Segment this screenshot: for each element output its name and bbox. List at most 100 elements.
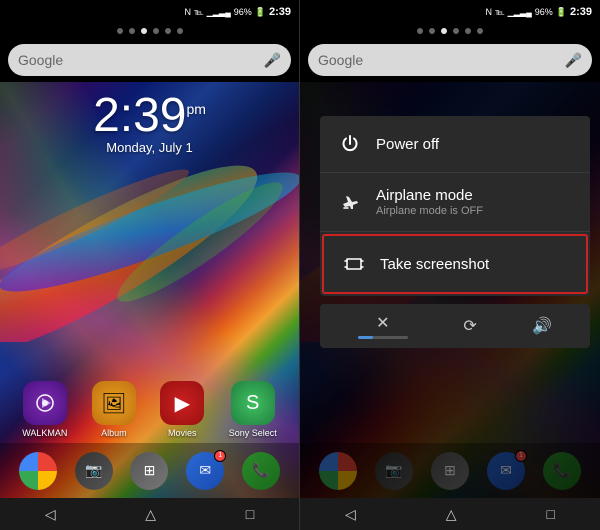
bluetooth-progress-bar bbox=[358, 336, 408, 339]
right-search-text: Google bbox=[318, 52, 565, 68]
power-off-title: Power off bbox=[376, 136, 574, 153]
right-mic-icon: 🎤 bbox=[565, 52, 582, 69]
screenshot-svg bbox=[344, 254, 364, 274]
sony-label: Sony Select bbox=[229, 428, 277, 438]
dock-phone[interactable]: 📞 bbox=[242, 452, 280, 490]
screenshot-icon bbox=[340, 250, 368, 278]
right-dot-3 bbox=[441, 28, 447, 34]
left-bottom-nav: ◁ △ □ bbox=[0, 498, 299, 530]
right-bottom-nav: ◁ △ □ bbox=[300, 498, 600, 530]
right-dot-5 bbox=[465, 28, 471, 34]
app-movies[interactable]: ▶ Movies bbox=[160, 381, 204, 438]
nfc-icon: N bbox=[184, 7, 191, 17]
left-date: Monday, July 1 bbox=[0, 140, 299, 155]
dock-messages[interactable]: ✉ 1 bbox=[186, 452, 224, 490]
right-recent-btn[interactable]: □ bbox=[531, 502, 571, 526]
airplane-svg bbox=[340, 192, 360, 212]
dot-2 bbox=[129, 28, 135, 34]
bluetooth-quick-btn[interactable]: ✕ bbox=[358, 313, 408, 339]
left-dock: 📷 ⊞ ✉ 1 📞 bbox=[0, 443, 299, 498]
right-battery-icon: 96% bbox=[535, 7, 553, 17]
dock-grid[interactable]: ⊞ bbox=[130, 452, 168, 490]
left-search-text: Google bbox=[18, 52, 264, 68]
power-off-item[interactable]: Power off bbox=[320, 116, 590, 173]
phone-container: N ℡ ▁▂▃▄ 96% 🔋 2:39 Google 🎤 bbox=[0, 0, 600, 530]
wifi-icon: ℡ bbox=[194, 7, 204, 18]
left-status-bar: N ℡ ▁▂▃▄ 96% 🔋 2:39 bbox=[0, 0, 299, 24]
right-wallpaper: Power off Airplane mode bbox=[300, 82, 600, 498]
right-clock: 2:39 bbox=[570, 6, 592, 18]
album-emoji: 🖼 bbox=[101, 391, 126, 416]
app-walkman[interactable]: WALKMAN bbox=[22, 381, 67, 438]
walkman-icon bbox=[23, 381, 67, 425]
dot-1 bbox=[117, 28, 123, 34]
right-dot-6 bbox=[477, 28, 483, 34]
bluetooth-progress-fill bbox=[358, 336, 373, 339]
walkman-svg bbox=[33, 391, 57, 415]
airplane-icon bbox=[336, 188, 364, 216]
left-app-row: WALKMAN 🖼 Album ▶ Movies S bbox=[0, 381, 299, 438]
left-phone: N ℡ ▁▂▃▄ 96% 🔋 2:39 Google 🎤 bbox=[0, 0, 300, 530]
bluetooth-icon: ✕ bbox=[376, 313, 389, 333]
sony-icon: S bbox=[231, 381, 275, 425]
left-clock-area: 2:39pm Monday, July 1 bbox=[0, 92, 299, 155]
camera-emoji: 📷 bbox=[85, 462, 102, 479]
right-battery-indicator: 🔋 bbox=[556, 7, 567, 18]
left-clock-display: 2:39pm bbox=[0, 92, 299, 140]
right-page-dots bbox=[300, 24, 600, 38]
battery-indicator: 🔋 bbox=[255, 7, 266, 18]
screenshot-text: Take screenshot bbox=[380, 256, 570, 273]
app-album[interactable]: 🖼 Album bbox=[92, 381, 136, 438]
movies-emoji: ▶ bbox=[175, 391, 190, 416]
airplane-mode-subtitle: Airplane mode is OFF bbox=[376, 205, 574, 217]
right-dot-4 bbox=[453, 28, 459, 34]
left-ampm: pm bbox=[186, 101, 205, 117]
right-back-btn[interactable]: ◁ bbox=[329, 502, 372, 527]
airplane-mode-text: Airplane mode Airplane mode is OFF bbox=[376, 187, 574, 217]
left-back-btn[interactable]: ◁ bbox=[29, 502, 72, 527]
signal-icon: ▁▂▃▄ bbox=[207, 8, 231, 17]
battery-icon: 96% bbox=[234, 7, 252, 17]
quick-settings-bar: ✕ ⟳ 🔊 bbox=[320, 304, 590, 348]
left-wallpaper: 2:39pm Monday, July 1 WALKMAN bbox=[0, 82, 299, 498]
right-search-bar[interactable]: Google 🎤 bbox=[308, 44, 592, 76]
left-status-icons: N ℡ ▁▂▃▄ 96% 🔋 2:39 bbox=[184, 6, 291, 18]
album-label: Album bbox=[101, 428, 127, 438]
dot-6 bbox=[177, 28, 183, 34]
messages-badge: 1 bbox=[214, 450, 226, 462]
power-icon bbox=[336, 130, 364, 158]
app-sony[interactable]: S Sony Select bbox=[229, 381, 277, 438]
volume-quick-btn[interactable]: 🔊 bbox=[532, 316, 552, 336]
right-phone: N ℡ ▁▂▃▄ 96% 🔋 2:39 Google 🎤 bbox=[300, 0, 600, 530]
power-off-text: Power off bbox=[376, 136, 574, 153]
volume-icon: 🔊 bbox=[532, 316, 552, 336]
left-time: 2:39 bbox=[93, 89, 186, 142]
sony-emoji: S bbox=[246, 392, 259, 415]
screenshot-title: Take screenshot bbox=[380, 256, 570, 273]
rotate-icon: ⟳ bbox=[463, 316, 476, 336]
left-search-bar[interactable]: Google 🎤 bbox=[8, 44, 291, 76]
grid-emoji: ⊞ bbox=[144, 462, 156, 479]
left-clock: 2:39 bbox=[269, 6, 291, 18]
left-recent-btn[interactable]: □ bbox=[230, 502, 270, 526]
dock-chrome[interactable] bbox=[19, 452, 57, 490]
airplane-mode-item[interactable]: Airplane mode Airplane mode is OFF bbox=[320, 173, 590, 232]
left-home-btn[interactable]: △ bbox=[129, 502, 172, 527]
power-menu-list: Power off Airplane mode bbox=[320, 116, 590, 296]
movies-label: Movies bbox=[168, 428, 197, 438]
dot-5 bbox=[165, 28, 171, 34]
messages-emoji: ✉ bbox=[199, 462, 211, 479]
left-page-dots bbox=[0, 24, 299, 38]
rotate-quick-btn[interactable]: ⟳ bbox=[463, 316, 476, 336]
power-svg bbox=[340, 134, 360, 154]
screenshot-item[interactable]: Take screenshot bbox=[322, 234, 588, 294]
right-dot-2 bbox=[429, 28, 435, 34]
right-home-btn[interactable]: △ bbox=[430, 502, 473, 527]
dock-camera[interactable]: 📷 bbox=[75, 452, 113, 490]
airplane-mode-title: Airplane mode bbox=[376, 187, 574, 204]
power-menu: Power off Airplane mode bbox=[320, 116, 590, 348]
right-dot-1 bbox=[417, 28, 423, 34]
album-icon: 🖼 bbox=[92, 381, 136, 425]
walkman-label: WALKMAN bbox=[22, 428, 67, 438]
right-status-bar: N ℡ ▁▂▃▄ 96% 🔋 2:39 bbox=[300, 0, 600, 24]
